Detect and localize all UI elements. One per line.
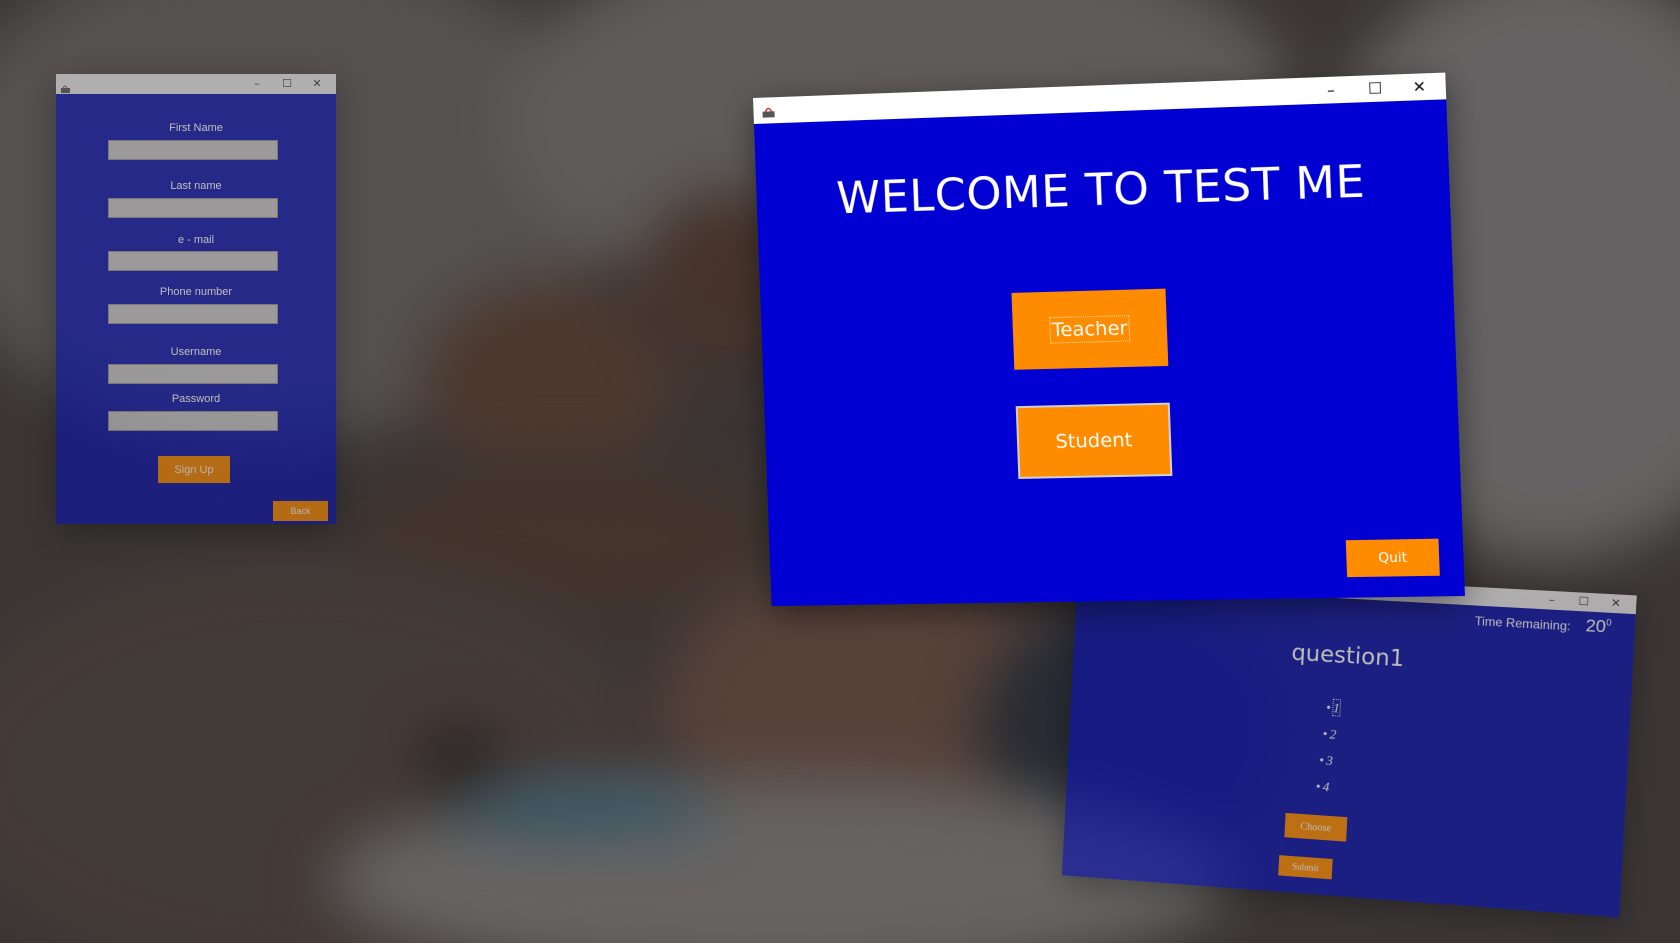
maximize-icon[interactable]: ☐	[272, 74, 302, 94]
student-button-label: Student	[1055, 429, 1133, 453]
phone-number-label: Phone number	[56, 286, 336, 298]
signup-window: – ☐ ✕ First Name Last name e - mail Phon…	[56, 74, 336, 524]
close-icon[interactable]: ✕	[1397, 73, 1442, 101]
option-1-label: 1	[1333, 700, 1341, 716]
quiz-window: – ☐ ✕ Time Remaining: 200 question1 •1 •…	[1062, 566, 1637, 918]
option-1-radio[interactable]: •1	[1326, 699, 1340, 716]
java-app-icon	[761, 103, 775, 118]
option-4-label: 4	[1322, 779, 1330, 795]
welcome-window: – ☐ ✕ WELCOME TO TEST ME Teacher Student…	[753, 73, 1465, 607]
email-label: e - mail	[56, 234, 336, 246]
username-label: Username	[56, 346, 336, 358]
signup-titlebar: – ☐ ✕	[56, 74, 336, 94]
question-text: question1	[1073, 628, 1633, 686]
minimize-icon[interactable]: –	[1308, 76, 1353, 104]
password-field[interactable]	[108, 411, 278, 431]
back-button[interactable]: Back	[273, 501, 328, 521]
submit-button[interactable]: Submit	[1278, 855, 1332, 879]
option-2-radio[interactable]: •2	[1322, 726, 1336, 743]
student-button[interactable]: Student	[1016, 403, 1173, 479]
option-4-radio[interactable]: •4	[1315, 778, 1329, 795]
last-name-label: Last name	[56, 180, 336, 192]
first-name-label: First Name	[56, 122, 336, 134]
email-field[interactable]	[108, 251, 278, 271]
username-field[interactable]	[108, 364, 278, 384]
signup-form: First Name Last name e - mail Phone numb…	[56, 94, 336, 524]
sign-up-button[interactable]: Sign Up	[158, 456, 230, 483]
option-2-label: 2	[1329, 726, 1337, 742]
password-label: Password	[56, 393, 336, 405]
last-name-field[interactable]	[108, 198, 278, 218]
welcome-title: WELCOME TO TEST ME	[756, 153, 1450, 227]
java-app-icon	[60, 79, 71, 90]
minimize-icon[interactable]: –	[242, 74, 272, 94]
close-icon[interactable]: ✕	[302, 74, 332, 94]
first-name-field[interactable]	[108, 140, 278, 160]
time-remaining-value: 200	[1585, 616, 1612, 638]
maximize-icon[interactable]: ☐	[1352, 74, 1397, 102]
choose-button[interactable]: Choose	[1284, 813, 1347, 842]
time-remaining-label: Time Remaining:	[1474, 614, 1571, 634]
option-3-radio[interactable]: •3	[1319, 752, 1333, 769]
quiz-body: Time Remaining: 200 question1 •1 •2 •3 •…	[1062, 584, 1636, 918]
teacher-button-label: Teacher	[1051, 317, 1127, 341]
time-value-text: 20	[1585, 616, 1606, 637]
quit-button[interactable]: Quit	[1346, 539, 1440, 578]
teacher-button[interactable]: Teacher	[1011, 289, 1168, 370]
welcome-body: WELCOME TO TEST ME Teacher Student Quit	[754, 99, 1465, 606]
option-3-label: 3	[1326, 753, 1334, 769]
time-degree-mark: 0	[1606, 617, 1612, 628]
phone-number-field[interactable]	[108, 304, 278, 324]
